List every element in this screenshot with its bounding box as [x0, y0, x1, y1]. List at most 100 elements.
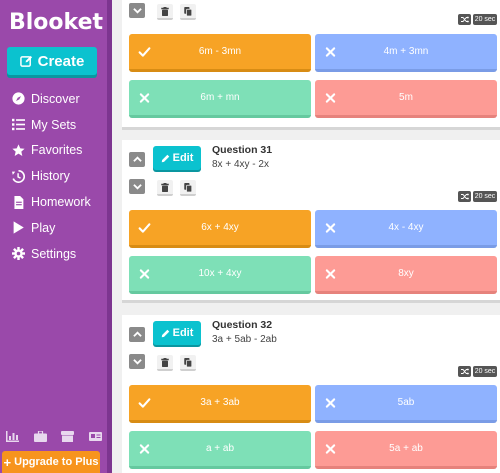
play-icon — [11, 221, 25, 235]
answer-1[interactable]: 6m - 3mn — [129, 34, 311, 72]
shuffle-icon[interactable] — [458, 366, 471, 377]
sidebar-item-homework[interactable]: Homework — [11, 189, 91, 215]
duplicate-button[interactable] — [180, 180, 196, 196]
answer-1[interactable]: 6x + 4xy — [129, 210, 311, 248]
sidebar-item-discover[interactable]: Discover — [11, 86, 91, 112]
sidebar-item-play[interactable]: Play — [11, 215, 91, 241]
delete-button[interactable] — [157, 4, 173, 20]
answer-1[interactable]: 3a + 3ab — [129, 385, 311, 423]
question-meta: 20 sec — [458, 191, 497, 202]
answer-text: 10x + 4xy — [198, 268, 242, 279]
sidebar-item-history[interactable]: History — [11, 163, 91, 189]
pencil-icon — [161, 154, 170, 163]
answer-text: 5ab — [397, 397, 415, 408]
answer-text: 8xy — [398, 268, 414, 279]
copy-icon — [184, 7, 192, 16]
chevron-down-icon — [133, 182, 142, 191]
question-meta: 20 sec — [458, 366, 497, 377]
answer-4[interactable]: 8xy — [315, 256, 497, 294]
question-card: 20 sec 6m - 3mn 4m + 3mn 6m + mn 5m — [122, 0, 500, 130]
upgrade-button[interactable]: + Upgrade to Plus — [2, 451, 100, 473]
shuffle-icon[interactable] — [458, 191, 471, 202]
delete-button[interactable] — [157, 180, 173, 196]
question-text: 3a + 5ab - 2ab — [212, 334, 277, 345]
sidebar-item-label: History — [31, 169, 70, 184]
move-down-button[interactable] — [129, 179, 145, 194]
x-icon — [324, 267, 337, 280]
answer-text: 4m + 3mn — [383, 46, 429, 57]
question-card: Edit Question 32 3a + 5ab - 2ab 20 sec 3… — [122, 315, 500, 473]
time-badge[interactable]: 20 sec — [473, 14, 497, 25]
chevron-down-icon — [133, 6, 142, 15]
shuffle-icon[interactable] — [458, 14, 471, 25]
edit-button[interactable]: Edit — [153, 146, 201, 170]
trash-icon — [161, 358, 169, 367]
answer-text: 5m — [399, 92, 413, 103]
sidebar-item-favorites[interactable]: Favorites — [11, 138, 91, 164]
copy-icon — [184, 358, 192, 367]
question-title: Question 32 — [212, 319, 273, 331]
answer-text: 5a + ab — [389, 443, 423, 454]
edit-square-icon — [19, 55, 32, 67]
briefcase-icon[interactable] — [33, 429, 47, 442]
question-meta: 20 sec — [458, 14, 497, 25]
answer-3[interactable]: 6m + mn — [129, 80, 311, 118]
question-card: Edit Question 31 8x + 4xy - 2x 20 sec 6x… — [122, 140, 500, 303]
stats-icon[interactable] — [6, 429, 19, 442]
x-icon — [324, 442, 337, 455]
sidebar-item-label: Homework — [31, 195, 91, 210]
answer-text: 6m + mn — [200, 92, 240, 103]
answer-text: 6m - 3mn — [198, 46, 242, 57]
time-badge[interactable]: 20 sec — [473, 191, 497, 202]
answer-text: 3a + 3ab — [200, 397, 240, 408]
document-icon — [11, 195, 25, 209]
chevron-down-icon — [133, 357, 142, 366]
plus-icon: + — [3, 454, 12, 470]
trash-icon — [161, 183, 169, 192]
question-title: Question 31 — [212, 144, 273, 156]
delete-button[interactable] — [157, 355, 173, 371]
trash-icon — [161, 7, 169, 16]
chevron-up-icon — [133, 155, 142, 164]
answer-4[interactable]: 5a + ab — [315, 431, 497, 469]
chevron-up-icon — [133, 330, 142, 339]
sidebar-item-label: My Sets — [31, 117, 77, 132]
store-icon[interactable] — [61, 429, 75, 442]
time-badge[interactable]: 20 sec — [473, 366, 497, 377]
answer-text: 4x - 4xy — [388, 222, 424, 233]
news-icon[interactable] — [88, 429, 102, 441]
move-down-button[interactable] — [129, 354, 145, 369]
sidebar-item-label: Discover — [31, 91, 80, 106]
answer-text: a + ab — [205, 443, 235, 454]
create-button[interactable]: Create — [7, 47, 97, 75]
x-icon — [324, 45, 337, 58]
x-icon — [324, 396, 337, 409]
sidebar-item-label: Favorites — [31, 143, 83, 158]
move-down-button[interactable] — [129, 3, 145, 18]
edit-button[interactable]: Edit — [153, 321, 201, 345]
blooket-logo[interactable]: Blooket — [9, 10, 103, 35]
answer-2[interactable]: 5ab — [315, 385, 497, 423]
sidebar-item-my-sets[interactable]: My Sets — [11, 112, 91, 138]
sidebar-item-label: Settings — [31, 246, 77, 261]
sidebar: Blooket Create Discover My Sets Favorite… — [0, 0, 112, 473]
answer-4[interactable]: 5m — [315, 80, 497, 118]
compass-icon — [11, 92, 25, 106]
pencil-icon — [161, 329, 170, 338]
question-text: 8x + 4xy - 2x — [212, 159, 269, 170]
duplicate-button[interactable] — [180, 355, 196, 371]
duplicate-button[interactable] — [180, 4, 196, 20]
answer-text: 6x + 4xy — [201, 222, 239, 233]
edit-button-label: Edit — [172, 327, 194, 339]
check-icon — [138, 221, 151, 234]
gear-icon — [11, 247, 25, 261]
move-up-button[interactable] — [129, 327, 145, 342]
sidebar-item-settings[interactable]: Settings — [11, 241, 91, 267]
question-list: 20 sec 6m - 3mn 4m + 3mn 6m + mn 5m Edit… — [112, 0, 500, 473]
answer-2[interactable]: 4m + 3mn — [315, 34, 497, 72]
answer-3[interactable]: a + ab — [129, 431, 311, 469]
move-up-button[interactable] — [129, 152, 145, 167]
answer-3[interactable]: 10x + 4xy — [129, 256, 311, 294]
answer-2[interactable]: 4x - 4xy — [315, 210, 497, 248]
x-icon — [324, 221, 337, 234]
